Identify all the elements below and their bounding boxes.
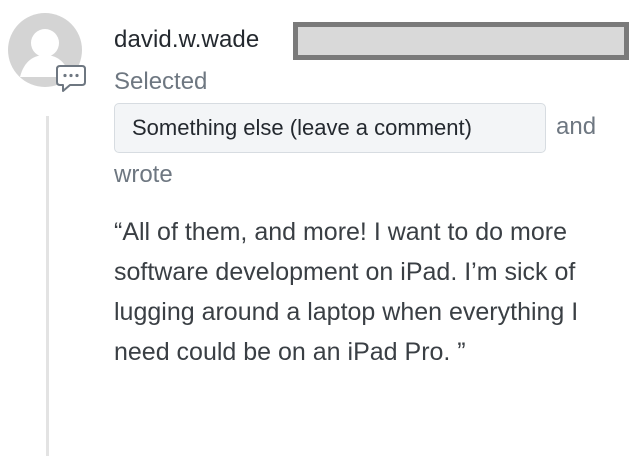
and-label: and (556, 113, 597, 140)
choice-badge: Something else (leave a comment) (114, 103, 546, 153)
username[interactable]: david.w.wade (114, 26, 259, 54)
selected-label: Selected (114, 68, 208, 95)
comment-bubble-icon (54, 63, 88, 95)
wrote-label: wrote (114, 161, 173, 188)
comment-quote: “All of them, and more! I want to do mor… (114, 218, 579, 366)
redaction-box (293, 22, 629, 60)
thread-line (46, 116, 49, 456)
